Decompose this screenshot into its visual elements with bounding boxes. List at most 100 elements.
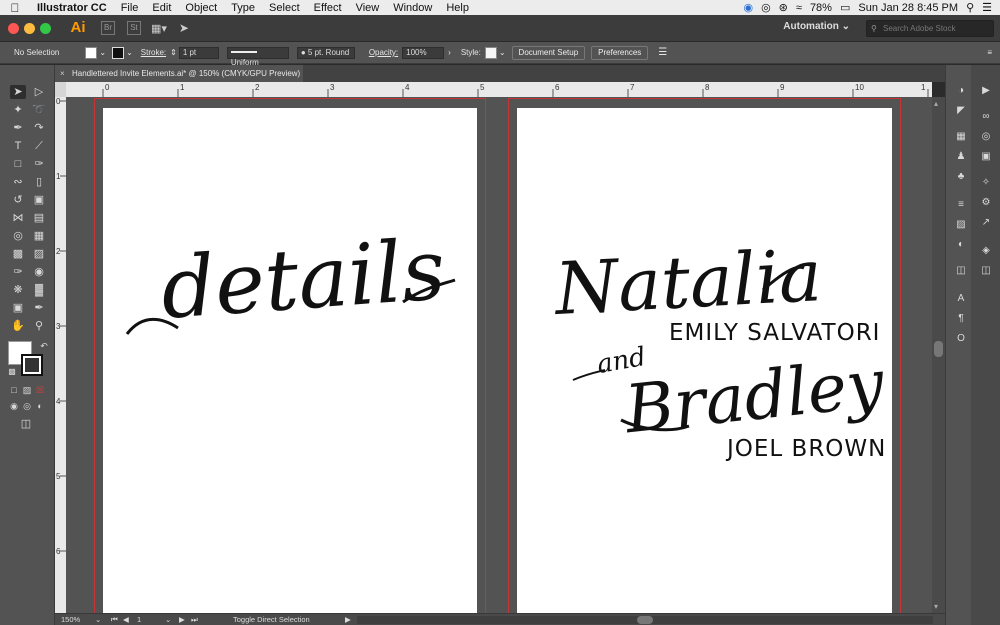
free-transform-tool-icon[interactable]: ▤	[31, 211, 47, 225]
clock[interactable]: Sun Jan 28 8:45 PM	[858, 2, 958, 14]
document-info-icon[interactable]: ▣	[979, 151, 993, 163]
hand-tool-icon[interactable]: ✋	[10, 319, 26, 333]
ruler-origin[interactable]	[55, 82, 66, 97]
color-panel-icon[interactable]: ◤	[954, 105, 968, 117]
type-tool-icon[interactable]: T	[10, 139, 26, 153]
opentype-icon[interactable]: O	[954, 333, 968, 345]
battery-icon[interactable]: ▭	[840, 1, 850, 14]
menu-view[interactable]: View	[349, 2, 387, 14]
close-window-button[interactable]	[8, 22, 19, 34]
creative-cloud-icon[interactable]: ◉	[743, 1, 753, 14]
vertical-ruler[interactable]: 0 1 2 3 4 5 6	[55, 97, 66, 613]
fill-dropdown-icon[interactable]: ⌄	[99, 48, 106, 57]
artboard-dropdown-icon[interactable]: ⌄	[165, 614, 171, 625]
scroll-up-icon[interactable]: ▴	[934, 99, 938, 108]
blend-tool-icon[interactable]: ◉	[31, 265, 47, 279]
document-tab[interactable]: × Handlettered Invite Elements.ai* @ 150…	[55, 65, 303, 82]
workspace-switcher[interactable]: Automation ⌄	[783, 21, 850, 32]
canvas-area[interactable]: details Natalia EMILY SALVATORI and Brad…	[66, 97, 932, 613]
stroke-stepper-icon[interactable]: ⇕	[170, 48, 177, 57]
minimize-window-button[interactable]	[24, 22, 35, 34]
first-artboard-icon[interactable]: ⏮	[111, 614, 118, 625]
artboard-names[interactable]: Natalia EMILY SALVATORI and Bradley JOEL…	[517, 108, 892, 613]
export-icon[interactable]: ↗	[979, 217, 993, 229]
slice-tool-icon[interactable]: ✒	[31, 301, 47, 315]
variable-width-profile[interactable]: Uniform	[226, 46, 289, 67]
gradient-panel-icon[interactable]: ▨	[954, 219, 968, 231]
direct-selection-tool-icon[interactable]: ▷	[31, 85, 47, 99]
pen-tool-icon[interactable]: ✒	[10, 121, 26, 135]
opacity-label[interactable]: Opacity:	[369, 48, 398, 57]
graphic-style-swatch[interactable]	[484, 46, 497, 59]
paragraph-icon[interactable]: ¶	[954, 313, 968, 325]
lasso-tool-icon[interactable]: ➰	[31, 103, 47, 117]
sync-icon[interactable]: ◎	[761, 1, 771, 14]
scale-tool-icon[interactable]: ▣	[31, 193, 47, 207]
menu-window[interactable]: Window	[386, 2, 439, 14]
apple-menu-icon[interactable]: 	[0, 1, 30, 15]
stroke-color-box[interactable]	[21, 354, 43, 376]
paintbrush-tool-icon[interactable]: ✑	[31, 157, 47, 171]
horizontal-scroll-thumb[interactable]	[637, 616, 653, 624]
wifi-icon[interactable]: ≈	[796, 2, 802, 14]
stroke-panel-icon[interactable]: ≡	[954, 199, 968, 211]
align-icon[interactable]: ☰	[658, 47, 667, 58]
curvature-tool-icon[interactable]: ↷	[31, 121, 47, 135]
character-icon[interactable]: A	[954, 293, 968, 305]
zoom-window-button[interactable]	[40, 22, 51, 34]
opacity-arrow-icon[interactable]: ›	[448, 48, 451, 57]
menu-effect[interactable]: Effect	[307, 2, 349, 14]
layers-icon[interactable]: ◈	[979, 245, 993, 257]
menu-type[interactable]: Type	[224, 2, 262, 14]
eraser-tool-icon[interactable]: ▯	[31, 175, 47, 189]
transparency-icon[interactable]: ◐	[954, 239, 968, 251]
mesh-tool-icon[interactable]: ▩	[10, 247, 26, 261]
stock-icon[interactable]: St	[127, 21, 141, 35]
bridge-icon[interactable]: Br	[101, 21, 115, 35]
rotate-tool-icon[interactable]: ↺	[10, 193, 26, 207]
spotlight-search-icon[interactable]: ⚲	[966, 1, 974, 14]
details-lettering[interactable]: details	[158, 220, 448, 338]
default-fill-stroke-icon[interactable]: ▩	[4, 365, 20, 379]
selection-tool-icon[interactable]: ➤	[10, 85, 26, 99]
swap-fill-stroke-icon[interactable]: ↶	[36, 339, 52, 353]
align-panel-icon[interactable]: ⚙	[979, 197, 993, 209]
brush-definition[interactable]: ● 5 pt. Round	[296, 46, 355, 59]
bluetooth-icon[interactable]: ⊛	[779, 1, 788, 14]
appearance-icon[interactable]: ◫	[954, 265, 968, 277]
links-icon[interactable]: ∞	[979, 111, 993, 123]
rectangle-tool-icon[interactable]: □	[10, 157, 26, 171]
stroke-label[interactable]: Stroke:	[141, 48, 166, 57]
panel-menu-icon[interactable]: ≡	[987, 48, 992, 57]
close-tab-icon[interactable]: ×	[60, 65, 65, 82]
zoom-tool-icon[interactable]: ⚲	[31, 319, 47, 333]
scroll-thumb[interactable]	[934, 341, 943, 357]
eyedropper-tool-icon[interactable]: ✑	[10, 265, 26, 279]
menu-select[interactable]: Select	[262, 2, 307, 14]
symbols-icon[interactable]: ♣	[954, 171, 968, 183]
vertical-scrollbar[interactable]: ▴ ▾	[932, 97, 945, 613]
symbol-sprayer-tool-icon[interactable]: ❋	[10, 283, 26, 297]
swatches-icon[interactable]: ▦	[954, 131, 968, 143]
none-mode-icon[interactable]: ☒	[32, 383, 48, 397]
artboard-tool-icon[interactable]: ▣	[10, 301, 26, 315]
gradient-tool-icon[interactable]: ▨	[31, 247, 47, 261]
menu-file[interactable]: File	[114, 2, 146, 14]
horizontal-scrollbar[interactable]	[357, 616, 933, 624]
preferences-button[interactable]: Preferences	[591, 45, 649, 60]
menu-app-name[interactable]: Illustrator CC	[30, 2, 114, 14]
zoom-level[interactable]: 150%	[61, 614, 80, 625]
joel-brown-text[interactable]: JOEL BROWN	[727, 436, 886, 462]
width-tool-icon[interactable]: ⋈	[10, 211, 26, 225]
natalia-lettering[interactable]: Natalia	[553, 233, 824, 331]
adobe-stock-search-input[interactable]: ⚲ Search Adobe Stock	[866, 20, 994, 37]
color-guide-icon[interactable]: ◑	[954, 85, 968, 97]
next-artboard-icon[interactable]: ▶	[179, 614, 185, 625]
stroke-weight-field[interactable]: 1 pt	[178, 46, 219, 59]
notification-center-icon[interactable]: ☰	[982, 1, 992, 14]
creative-cloud-libraries-icon[interactable]: ◎	[979, 131, 993, 143]
stroke-dropdown-icon[interactable]: ⌄	[126, 48, 133, 57]
screen-mode-icon[interactable]: ◫	[18, 417, 34, 431]
stroke-swatch[interactable]	[112, 46, 125, 59]
line-segment-tool-icon[interactable]: ⟋	[31, 139, 47, 153]
